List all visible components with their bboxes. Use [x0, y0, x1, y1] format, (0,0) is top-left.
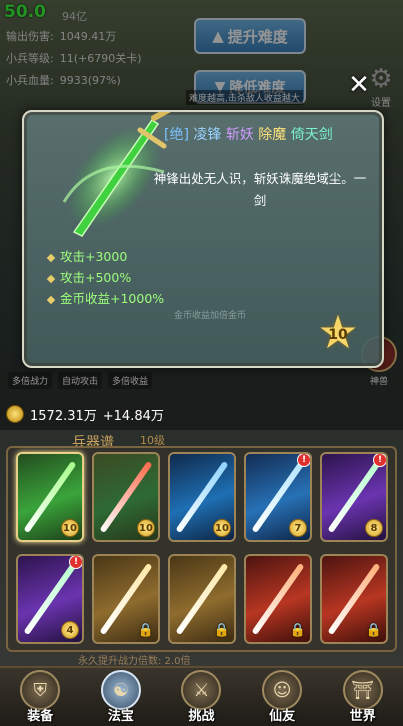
armor-icon: ⛨ — [20, 670, 61, 710]
weapon-slot[interactable]: 🔒 — [244, 554, 312, 644]
alert-badge-icon: ! — [297, 454, 310, 467]
weapon-title: [绝] 凌锋 斩妖 除魔 倚天剑 — [164, 127, 333, 143]
alert-badge-icon: ! — [373, 454, 386, 467]
weapon-slot[interactable]: 4! — [16, 554, 84, 644]
weapon-description: 神锋出处无人识，斩妖诛魔绝域尘。一剑 — [153, 171, 367, 208]
bonus-attack-flat: 攻击+3000 — [46, 246, 164, 267]
crossed-swords-icon: ⚔ — [181, 670, 222, 710]
diamond-bullet-icon — [46, 274, 56, 283]
nav-treasure[interactable]: ☯ 法宝 — [81, 668, 162, 726]
weapon-slot[interactable]: 🔒 — [320, 554, 388, 644]
weapon-level: 4 — [61, 621, 79, 639]
weapon-slot[interactable]: 10 — [168, 452, 236, 542]
companion-icon: ☺ — [262, 670, 303, 710]
modal-background-hint: 金币收益加倍金币 — [174, 311, 247, 321]
bottom-nav: ⛨ 装备 ☯ 法宝 ⚔ 挑战 ☺ 仙友 ⛩ 世界 — [0, 666, 403, 726]
diamond-bullet-icon — [46, 295, 56, 304]
weapon-slot[interactable]: 🔒 — [168, 554, 236, 644]
diamond-bullet-icon — [46, 253, 56, 262]
weapon-detail-modal: [绝] 凌锋 斩妖 除魔 倚天剑 神锋出处无人识，斩妖诛魔绝域尘。一剑 攻击+3… — [22, 110, 384, 368]
nav-equipment[interactable]: ⛨ 装备 — [0, 668, 81, 726]
nav-challenge[interactable]: ⚔ 挑战 — [161, 668, 242, 726]
weapon-bonus-list: 攻击+3000 攻击+500% 金币收益+1000% — [46, 246, 164, 309]
bagua-icon: ☯ — [100, 670, 141, 710]
lock-icon: 🔒 — [137, 622, 155, 638]
weapon-level-badge: ★ 10 — [317, 305, 359, 359]
weapon-level: 8 — [365, 519, 383, 537]
gold-bar: 1572.31万 +14.84万 — [0, 398, 403, 430]
weapon-slot[interactable]: 7! — [244, 452, 312, 542]
weapon-slot[interactable]: 🔒 — [92, 554, 160, 644]
bonus-gold-income: 金币收益+1000% — [46, 288, 164, 309]
weapon-level: 10 — [61, 519, 79, 537]
permanent-bonus-text: 永久提升战力倍数: 2.0倍 — [78, 656, 191, 667]
weapon-level: 7 — [289, 519, 307, 537]
lock-icon: 🔒 — [289, 622, 307, 638]
lock-icon: 🔒 — [365, 622, 383, 638]
lock-icon: 🔒 — [213, 622, 231, 638]
weapon-slot[interactable]: 10 — [92, 452, 160, 542]
weapon-level: 10 — [137, 519, 155, 537]
bonus-attack-percent: 攻击+500% — [46, 267, 164, 288]
weapon-slot[interactable]: 8! — [320, 452, 388, 542]
gold-amount: 1572.31万 — [30, 408, 97, 424]
weapon-level: 10 — [213, 519, 231, 537]
gold-increment: +14.84万 — [102, 408, 164, 424]
close-icon[interactable]: ✕ — [346, 72, 372, 99]
nav-companion[interactable]: ☺ 仙友 — [242, 668, 323, 726]
nav-world[interactable]: ⛩ 世界 — [322, 668, 403, 726]
weapon-tier: [绝] — [164, 127, 189, 143]
alert-badge-icon: ! — [69, 556, 82, 569]
pagoda-icon: ⛩ — [342, 670, 383, 710]
coin-icon — [6, 405, 24, 423]
weapon-slot[interactable]: 10 — [16, 452, 84, 542]
